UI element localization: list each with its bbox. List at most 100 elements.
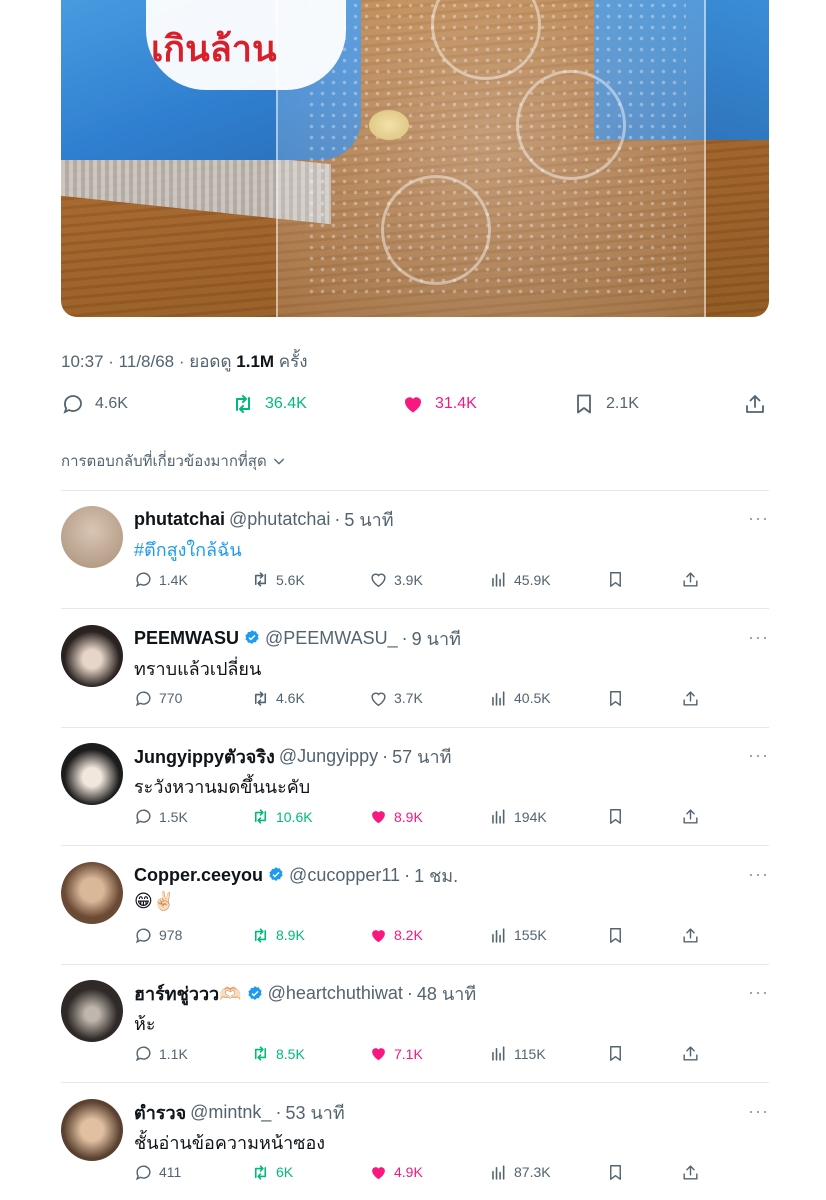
bookmark-button[interactable] — [606, 1163, 625, 1182]
bookmark-icon — [610, 1164, 621, 1180]
views-button[interactable]: 155K — [489, 926, 547, 945]
reply-item[interactable]: Jungyippyตัวจริง @Jungyippy · 57 นาที ··· ระว… — [61, 727, 769, 845]
avatar[interactable] — [61, 861, 123, 924]
like-button[interactable]: 31.4K — [401, 392, 477, 416]
author-handle[interactable]: @phutatchai — [229, 509, 330, 530]
reply-time[interactable]: 48 นาที — [417, 979, 476, 1008]
reply-item[interactable]: ตำรวจ @mintnk_ · 53 นาที ··· ชั้นอ่านข้อความห… — [61, 1083, 769, 1200]
share-button[interactable] — [681, 926, 700, 945]
author-handle[interactable]: @cucopper11 — [289, 865, 400, 886]
reply-time[interactable]: 9 นาที — [412, 624, 461, 653]
reply-sort-dropdown[interactable]: การตอบกลับที่เกี่ยวข้องมากที่สุด — [61, 449, 287, 473]
tweet-date[interactable]: 11/8/68 — [119, 352, 174, 371]
bookmark-button[interactable]: 2.1K — [572, 392, 639, 416]
author-handle[interactable]: @mintnk_ — [190, 1102, 271, 1123]
repost-button[interactable]: 10.6K — [251, 807, 313, 826]
like-button[interactable]: 3.7K — [369, 689, 423, 708]
share-button[interactable] — [681, 570, 700, 589]
author-name[interactable]: ฮาร์ทชู่ววว🫶🏻 — [134, 979, 242, 1008]
views-button[interactable]: 40.5K — [489, 689, 551, 708]
reply-text[interactable]: #ตึกสูงใกล้ฉัน — [134, 535, 242, 564]
reply-count: 770 — [159, 690, 183, 706]
repost-button[interactable]: 4.6K — [251, 689, 305, 708]
reply-header: Jungyippyตัวจริง @Jungyippy · 57 นาที — [134, 742, 451, 771]
like-button[interactable]: 3.9K — [369, 570, 423, 589]
repost-count: 10.6K — [276, 808, 313, 825]
author-name[interactable]: ตำรวจ — [134, 1098, 186, 1127]
bookmark-button[interactable] — [606, 1044, 625, 1063]
reply-time[interactable]: 53 นาที — [285, 1098, 344, 1127]
avatar[interactable] — [61, 980, 123, 1042]
like-button[interactable]: 8.2K — [369, 926, 423, 945]
share-button[interactable] — [681, 807, 700, 826]
heart-icon — [371, 573, 386, 588]
share-button[interactable] — [681, 1163, 700, 1182]
repost-icon — [254, 690, 267, 706]
reply-item[interactable]: phutatchai @phutatchai · 5 นาที ··· #ตึกสูงใก… — [61, 490, 769, 608]
author-handle[interactable]: @Jungyippy — [279, 746, 378, 767]
views-button[interactable]: 115K — [489, 1044, 546, 1063]
reply-button[interactable]: 1.5K — [134, 807, 188, 826]
reply-button[interactable]: 978 — [134, 926, 182, 945]
repost-button[interactable]: 8.5K — [251, 1044, 305, 1063]
reply-item[interactable]: ฮาร์ทชู่ววว🫶🏻 @heartchuthiwat · 48 นาที ··· ห… — [61, 964, 769, 1082]
repost-count: 4.6K — [276, 690, 305, 706]
avatar[interactable] — [61, 624, 123, 687]
repost-button[interactable]: 8.9K — [251, 926, 305, 945]
author-handle[interactable]: @heartchuthiwat — [268, 983, 403, 1004]
bookmark-button[interactable] — [606, 570, 625, 589]
share-button[interactable] — [681, 1044, 700, 1063]
share-icon — [683, 809, 698, 824]
reply-button[interactable]: 1.1K — [134, 1044, 188, 1063]
views-count: 1.1M — [236, 352, 275, 371]
reply-button[interactable]: 770 — [134, 689, 182, 708]
repost-count: 8.9K — [276, 927, 305, 943]
avatar[interactable] — [61, 743, 123, 805]
repost-button[interactable]: 5.6K — [251, 570, 305, 589]
repost-button[interactable]: 36.4K — [231, 392, 307, 416]
reply-item[interactable]: PEEMWASU @PEEMWASU_ · 9 นาที ··· ทราบแล้วเปลี… — [61, 609, 769, 727]
reply-time[interactable]: 57 นาที — [392, 742, 451, 771]
reply-button[interactable]: 1.4K — [134, 570, 188, 589]
reply-button[interactable]: 411 — [134, 1163, 181, 1182]
repost-count: 8.5K — [276, 1045, 305, 1062]
reply-time[interactable]: 1 ชม. — [414, 861, 458, 890]
like-count: 31.4K — [435, 395, 477, 412]
more-options-icon[interactable]: ··· — [748, 745, 769, 766]
more-options-icon[interactable]: ··· — [748, 627, 769, 648]
tweet-time[interactable]: 10:37 — [61, 352, 104, 371]
more-options-icon[interactable]: ··· — [748, 1101, 769, 1122]
repost-icon — [254, 927, 267, 943]
tweet-media-image[interactable]: เกินล้าน — [61, 0, 769, 317]
reply-time[interactable]: 5 นาที — [344, 505, 393, 534]
avatar[interactable] — [61, 1098, 123, 1161]
reply-count: 1.1K — [159, 1045, 188, 1062]
author-name[interactable]: PEEMWASU — [134, 628, 239, 649]
views-button[interactable]: 87.3K — [489, 1163, 551, 1182]
like-button[interactable]: 4.9K — [369, 1163, 423, 1182]
views-button[interactable]: 45.9K — [489, 570, 551, 589]
share-button[interactable] — [681, 689, 700, 708]
bookmark-button[interactable] — [606, 807, 625, 826]
views-count: 87.3K — [514, 1164, 551, 1180]
author-handle[interactable]: @PEEMWASU_ — [265, 628, 398, 649]
share-button[interactable] — [743, 392, 767, 416]
bookmark-button[interactable] — [606, 689, 625, 708]
reply-text: 😁✌🏻 — [134, 890, 176, 911]
avatar[interactable] — [61, 506, 123, 568]
author-name[interactable]: Jungyippyตัวจริง — [134, 742, 275, 771]
like-button[interactable]: 7.1K — [369, 1044, 423, 1063]
reply-action-bar: 770 4.6K 3.7K 40.5K — [134, 689, 714, 711]
author-name[interactable]: Copper.ceeyou — [134, 865, 263, 886]
bookmark-button[interactable] — [606, 926, 625, 945]
more-options-icon[interactable]: ··· — [748, 508, 769, 529]
author-name[interactable]: phutatchai — [134, 509, 225, 530]
reply-item[interactable]: Copper.ceeyou @cucopper11 · 1 ชม. ··· 😁✌🏻 978 8… — [61, 846, 769, 964]
views-button[interactable]: 194K — [489, 807, 547, 826]
bookmark-icon — [610, 927, 621, 943]
more-options-icon[interactable]: ··· — [748, 864, 769, 885]
repost-button[interactable]: 6K — [251, 1163, 293, 1182]
reply-button[interactable]: 4.6K — [61, 392, 128, 416]
like-button[interactable]: 8.9K — [369, 807, 423, 826]
more-options-icon[interactable]: ··· — [748, 982, 769, 1003]
